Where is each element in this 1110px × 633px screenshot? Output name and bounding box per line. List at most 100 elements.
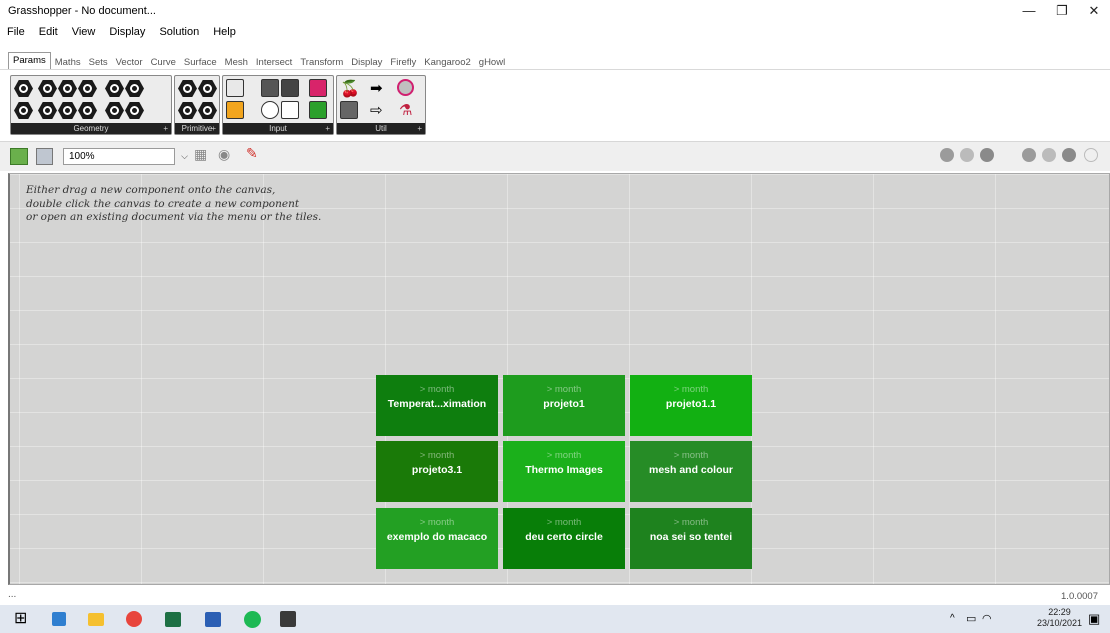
panel-icon[interactable]	[261, 79, 279, 97]
tab-vector[interactable]: Vector	[112, 57, 147, 68]
tab-curve[interactable]: Curve	[147, 57, 180, 68]
document-preview-icon[interactable]	[1084, 148, 1098, 162]
tab-intersect[interactable]: Intersect	[252, 57, 296, 68]
fitness-icon[interactable]	[397, 79, 414, 96]
chrome-icon[interactable]	[126, 611, 142, 627]
recent-file-tile[interactable]: > month projeto1.1	[630, 375, 752, 436]
cherry-icon[interactable]: 🍒	[340, 79, 360, 98]
vector-param-icon[interactable]	[14, 101, 33, 120]
flask-icon[interactable]: ⚗	[399, 101, 418, 120]
menu-edit[interactable]: Edit	[32, 23, 65, 38]
tab-kangaroo2[interactable]: Kangaroo2	[420, 57, 474, 68]
canvas-toolbar: 100% ⌵ ▦ ◉ ✎	[0, 141, 1110, 171]
recent-file-tile[interactable]: > month projeto1	[503, 375, 625, 436]
surface-param-icon[interactable]	[78, 101, 97, 120]
tab-ghowl[interactable]: gHowl	[475, 57, 509, 68]
windows-start-icon[interactable]: ⊞	[14, 610, 32, 628]
plane-param-icon[interactable]	[58, 101, 77, 120]
gradient-icon[interactable]	[309, 79, 327, 97]
selected-preview-icon[interactable]	[1022, 148, 1036, 162]
colour-swatch-icon[interactable]	[309, 101, 327, 119]
preview-mode-icon[interactable]	[940, 148, 954, 162]
recent-file-tile[interactable]: > month exemplo do macaco	[376, 508, 498, 569]
menu-file[interactable]: File	[0, 23, 32, 38]
value-list-icon[interactable]	[281, 101, 299, 119]
open-file-icon[interactable]	[10, 148, 28, 165]
tile-name: exemplo do macaco	[386, 531, 488, 543]
sketch-icon[interactable]: ▦	[194, 146, 207, 163]
selected-shaded-icon[interactable]	[1062, 148, 1076, 162]
menu-view[interactable]: View	[65, 23, 103, 38]
tile-caption: > month	[419, 384, 455, 395]
eye-icon[interactable]: ◉	[218, 146, 230, 163]
button-input-icon[interactable]	[226, 79, 244, 97]
integer-param-icon[interactable]	[178, 101, 197, 120]
recent-file-tile[interactable]: > month mesh and colour	[630, 441, 752, 502]
tab-firefly[interactable]: Firefly	[386, 57, 420, 68]
point-param-icon[interactable]	[14, 79, 33, 98]
ribbon-group-label[interactable]: Util +	[337, 123, 425, 134]
tile-caption: > month	[546, 384, 582, 395]
boolean-param-icon[interactable]	[198, 79, 217, 98]
network-icon[interactable]: ▭	[966, 612, 976, 625]
minimize-button[interactable]: —	[1013, 0, 1045, 23]
save-file-icon[interactable]	[36, 148, 53, 165]
ribbon-group-label[interactable]: Primitive +	[175, 123, 219, 134]
file-explorer-icon[interactable]	[88, 613, 104, 626]
recent-file-tile[interactable]: > month projeto3.1	[376, 441, 498, 502]
recent-file-tile[interactable]: > month Temperat...ximation	[376, 375, 498, 436]
graph-mapper-icon[interactable]	[226, 101, 244, 119]
tab-display[interactable]: Display	[347, 57, 386, 68]
tab-mesh[interactable]: Mesh	[221, 57, 252, 68]
recent-file-tile[interactable]: > month deu certo circle	[503, 508, 625, 569]
mesh-param-icon[interactable]	[105, 101, 124, 120]
notification-icon[interactable]: ▣	[1088, 611, 1100, 627]
recent-file-tile[interactable]: > month noa sei so tentei	[630, 508, 752, 569]
rhino-icon[interactable]	[280, 611, 296, 627]
tab-maths[interactable]: Maths	[51, 57, 85, 68]
version-label: 1.0.0007	[1061, 591, 1098, 602]
tile-caption: > month	[673, 384, 709, 395]
tab-sets[interactable]: Sets	[85, 57, 112, 68]
zoom-level-field[interactable]: 100% ⌵	[63, 148, 188, 165]
shaded-preview-icon[interactable]	[980, 148, 994, 162]
wireframe-preview-icon[interactable]	[960, 148, 974, 162]
slider-icon[interactable]	[281, 79, 299, 97]
tab-transform[interactable]: Transform	[296, 57, 347, 68]
menu-solution[interactable]: Solution	[152, 23, 206, 38]
tile-name: noa sei so tentei	[649, 531, 733, 543]
number-param-icon[interactable]	[178, 79, 197, 98]
box-param-icon[interactable]	[105, 79, 124, 98]
arc-param-icon[interactable]	[58, 79, 77, 98]
bake-icon[interactable]: ✎	[246, 145, 258, 162]
geometry-param-icon[interactable]	[125, 101, 144, 120]
curve-param-icon[interactable]	[78, 79, 97, 98]
tab-surface[interactable]: Surface	[180, 57, 221, 68]
wifi-icon[interactable]: ◠	[982, 612, 992, 625]
tree-icon[interactable]	[340, 101, 358, 119]
close-button[interactable]: ✕	[1078, 0, 1110, 23]
circle-param-icon[interactable]	[38, 79, 57, 98]
chevron-down-icon[interactable]: ⌵	[181, 149, 188, 164]
maximize-button[interactable]: ❐	[1046, 0, 1078, 23]
canvas[interactable]: Either drag a new component onto the can…	[8, 173, 1110, 585]
tab-params[interactable]: Params	[8, 52, 51, 69]
menu-display[interactable]: Display	[102, 23, 152, 38]
selected-wire-icon[interactable]	[1042, 148, 1056, 162]
word-icon[interactable]	[205, 612, 221, 627]
clock[interactable]: 22:29 23/10/2021	[1037, 607, 1082, 629]
menu-help[interactable]: Help	[206, 23, 243, 38]
data-output-icon[interactable]: ➡	[370, 79, 389, 98]
recent-file-tile[interactable]: > month Thermo Images	[503, 441, 625, 502]
brep-param-icon[interactable]	[125, 79, 144, 98]
ribbon-group-label[interactable]: Geometry +	[11, 123, 171, 134]
excel-icon[interactable]	[165, 612, 181, 627]
line-param-icon[interactable]	[38, 101, 57, 120]
toggle-icon[interactable]	[261, 101, 279, 119]
people-icon[interactable]	[52, 612, 66, 626]
ribbon-group-label[interactable]: Input +	[223, 123, 333, 134]
tray-expand[interactable]: ^	[950, 613, 955, 624]
text-param-icon[interactable]	[198, 101, 217, 120]
spotify-icon[interactable]	[244, 611, 261, 628]
data-input-icon[interactable]: ⇨	[370, 101, 389, 120]
